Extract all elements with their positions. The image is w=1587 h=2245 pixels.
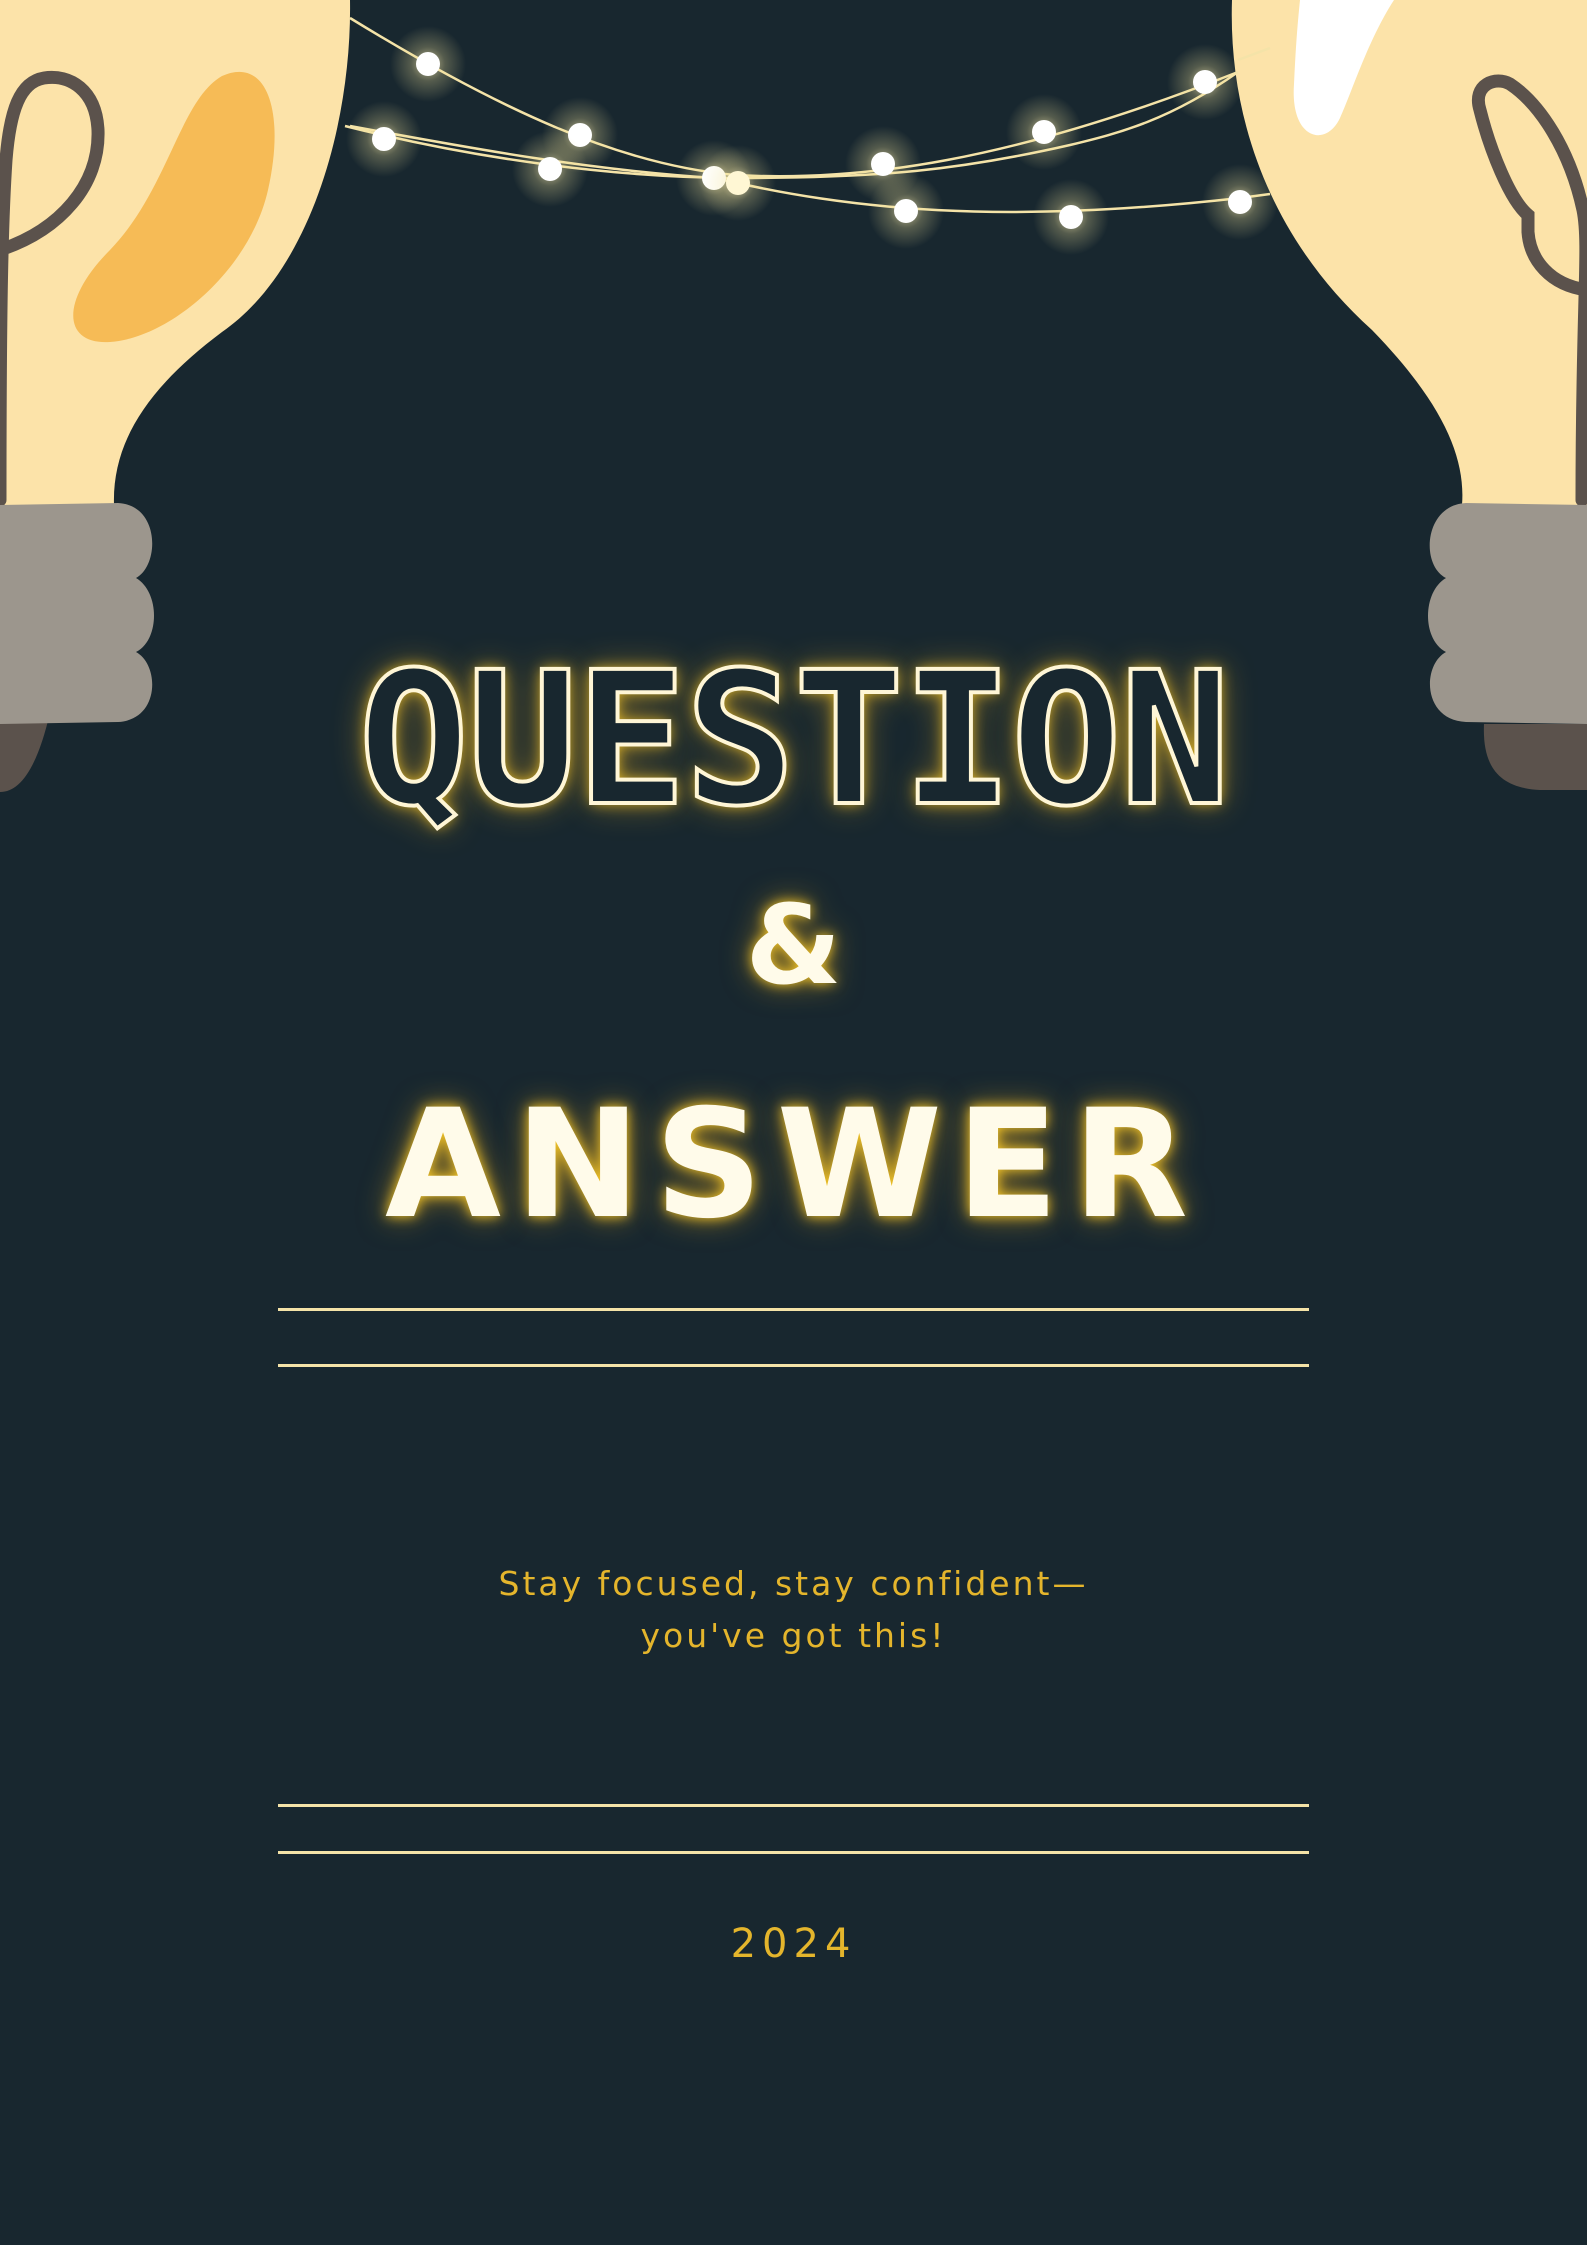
- string-light-bulbs: [346, 26, 1278, 255]
- poster-page: QUESTION & ANSWER Stay focused, stay con…: [0, 0, 1587, 2245]
- divider-line-1: [278, 1308, 1309, 1311]
- title-ampersand: &: [745, 881, 842, 1009]
- divider-line-4: [278, 1851, 1309, 1854]
- tagline-line-1: Stay focused, stay confident—: [498, 1564, 1089, 1603]
- divider-line-2: [278, 1364, 1309, 1367]
- year-label: 2024: [730, 1921, 857, 1967]
- divider-line-3: [278, 1804, 1309, 1807]
- title-question: QUESTION: [356, 633, 1232, 847]
- tagline-line-2: you've got this!: [640, 1616, 947, 1655]
- tagline: Stay focused, stay confident— you've got…: [0, 1558, 1587, 1662]
- title-answer: ANSWER: [384, 1078, 1203, 1252]
- string-lights-icon: [344, 16, 1278, 255]
